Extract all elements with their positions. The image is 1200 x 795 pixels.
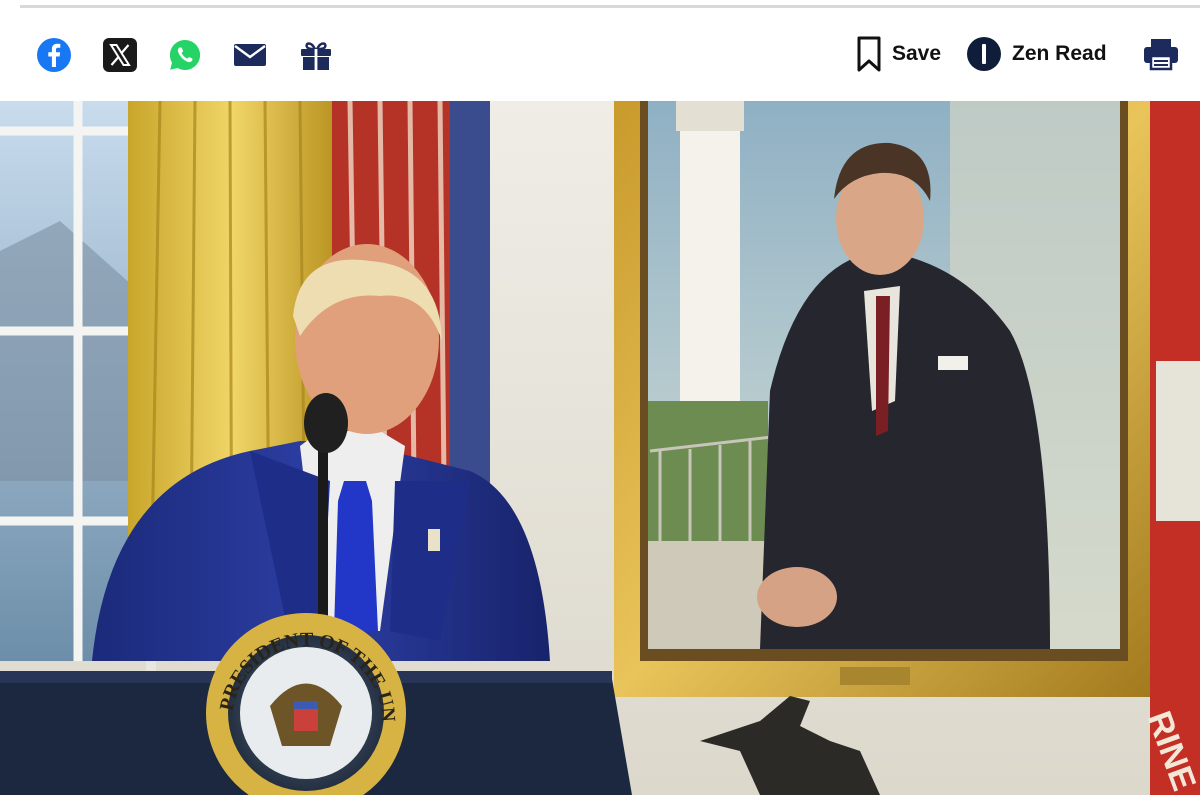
zen-read-icon (967, 37, 1001, 71)
email-share-button[interactable] (232, 37, 268, 73)
hero-photo-illustration: RINE PRESIDENT OF THE UNITED STATES (0, 101, 1200, 795)
save-button[interactable]: Save (856, 31, 941, 77)
gift-article-button[interactable] (298, 37, 334, 73)
x-share-button[interactable] (102, 37, 138, 73)
facebook-share-button[interactable] (36, 37, 72, 73)
x-icon (103, 38, 137, 72)
share-toolbar: Save Zen Read (0, 9, 1200, 101)
print-button[interactable] (1142, 31, 1180, 77)
save-label: Save (892, 42, 942, 65)
email-icon (234, 44, 266, 66)
article-hero-image: RINE PRESIDENT OF THE UNITED STATES (0, 101, 1200, 795)
facebook-icon (37, 38, 71, 72)
zen-read-button[interactable]: Zen Read (966, 31, 1107, 77)
print-icon (1144, 39, 1178, 71)
bookmark-icon (857, 36, 881, 72)
top-divider (20, 5, 1200, 8)
whatsapp-share-button[interactable] (167, 37, 203, 73)
zen-read-label: Zen Read (1012, 42, 1107, 65)
gift-icon (301, 42, 331, 70)
whatsapp-icon (169, 39, 201, 70)
